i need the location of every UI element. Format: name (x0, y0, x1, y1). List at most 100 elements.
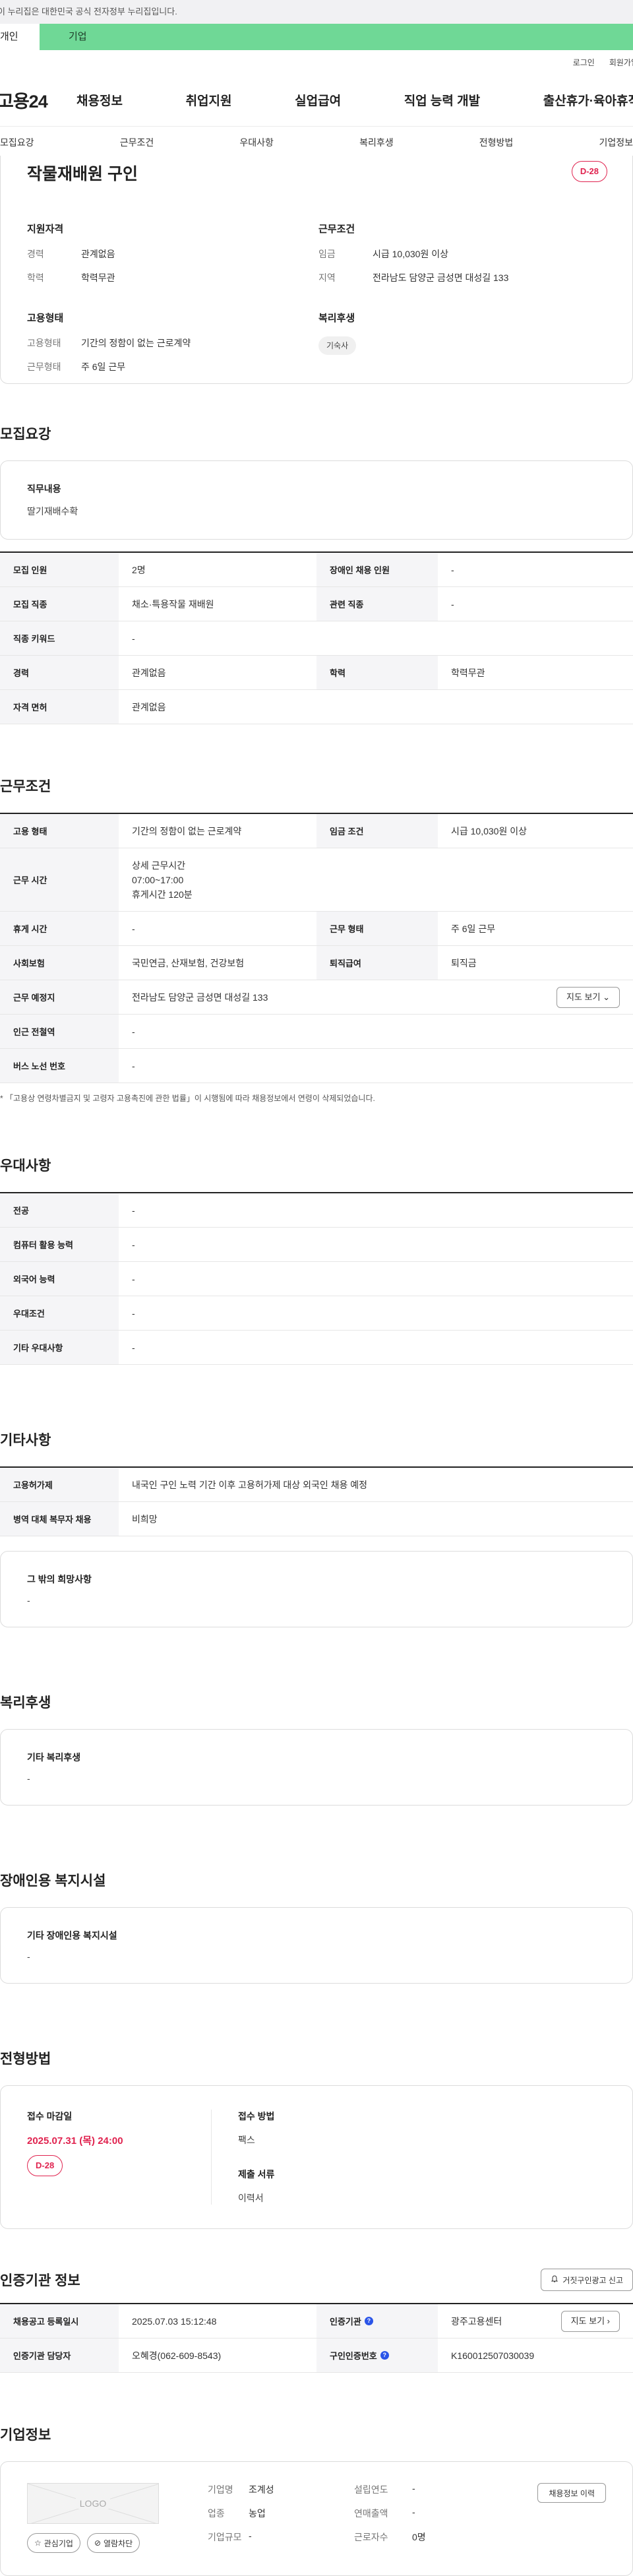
table-cell: 퇴직금 (451, 957, 477, 968)
info-icon[interactable]: ? (364, 2317, 373, 2325)
table-cell: - (451, 564, 454, 575)
disability-box-value: - (27, 1951, 30, 1962)
table-header-cell: 고용허가제 (0, 1468, 119, 1501)
table-header-cell: 자격 면허 (0, 690, 119, 724)
tab-screening[interactable]: 전형방법 (479, 136, 514, 149)
education-value: 학력무관 (81, 272, 115, 283)
work-form-label: 근무형태 (27, 361, 61, 372)
chevron-right-icon: › (607, 2315, 610, 2326)
wage-value: 시급 10,030원 이상 (373, 249, 448, 259)
apply-box: 접수 마감일 2025.07.31 (목) 24:00 D-28 접수 방법 팩… (0, 2085, 633, 2229)
career-value: 관계없음 (81, 249, 115, 259)
favorite-button-label: 관심기업 (44, 2538, 73, 2548)
favorite-company-button[interactable]: ☆ 관심기업 (27, 2533, 80, 2553)
table-row: 고용허가제 내국인 구인 노력 기간 이후 고용허가제 대상 외국인 채용 예정 (0, 1468, 633, 1502)
industry-label: 업종 (208, 2508, 225, 2519)
report-fake-ad-button[interactable]: 거짓구인광고 신고 (541, 2269, 633, 2291)
info-icon[interactable]: ? (380, 2351, 389, 2360)
global-nav: 고용24 채용정보 취업지원 실업급여 직업 능력 개발 출산휴가·육아휴직 (0, 74, 633, 127)
table-cell: 관계없음 (132, 701, 166, 712)
table-cell: 비희망 (132, 1513, 158, 1524)
other-wish-value: - (27, 1595, 30, 1606)
pref-table: 전공 - 컴퓨터 활용 능력 - 외국어 능력 - 우대조건 - 기타 우대사항 - (0, 1192, 633, 1365)
deadline-value: 2025.07.31 (목) 24:00 (27, 2135, 123, 2147)
work-time-cell: 상세 근무시간 07:00~17:00 휴게시간 120분 (119, 848, 633, 911)
cert-org-label: 인증기관 (330, 2317, 361, 2327)
company-logo-placeholder: LOGO (27, 2483, 159, 2524)
method-value: 팩스 (238, 2135, 255, 2145)
table-header-cell: 임금 조건 (316, 814, 438, 848)
table-header-cell: 인증기관? (316, 2304, 438, 2338)
disability-box-heading: 기타 장애인용 복지시설 (27, 1930, 117, 1941)
table-cell: 학력무관 (451, 667, 485, 678)
table-cell: - (132, 1026, 135, 1037)
recruit-section-title: 모집요강 (0, 427, 51, 442)
gnb-item-unemployment-benefit[interactable]: 실업급여 (295, 91, 341, 109)
wage-label: 임금 (318, 249, 336, 259)
table-row: 근무 시간 상세 근무시간 07:00~17:00 휴게시간 120분 (0, 848, 633, 912)
gov-notice-text: 이 누리집은 대한민국 공식 전자정부 누리집입니다. (0, 7, 177, 16)
dday-badge: D-28 (571, 161, 607, 182)
table-header-cell: 인근 전철역 (0, 1015, 119, 1048)
table-cell: - (132, 1239, 135, 1250)
table-cell: - (132, 1273, 135, 1284)
cert-org-map-button[interactable]: 지도 보기 › (560, 2310, 620, 2332)
tab-company[interactable]: 기업 (40, 24, 633, 50)
company-size-value: - (249, 2530, 252, 2541)
table-cell: 채소·특용작물 재배원 (132, 598, 214, 610)
table-header-cell: 인증기관 담당자 (0, 2339, 119, 2372)
table-header-cell: 사회보험 (0, 946, 119, 980)
table-header-cell: 고용 형태 (0, 814, 119, 848)
duty-box: 직무내용 딸기재배수확 (0, 460, 633, 540)
table-row: 인근 전철역 - (0, 1015, 633, 1049)
gnb-item-parental-leave[interactable]: 출산휴가·육아휴직 (543, 91, 633, 109)
table-cell: 주 6일 근무 (451, 923, 496, 934)
table-row: 모집 인원 2명 장애인 채용 인원 - (0, 553, 633, 587)
welfare-chip: 기숙사 (318, 336, 357, 355)
work-table: 고용 형태 기간의 정함이 없는 근로계약 임금 조건 시급 10,030원 이… (0, 813, 633, 1083)
table-header-cell: 학력 (316, 656, 438, 689)
tab-recruit[interactable]: 모집요강 (0, 136, 34, 149)
table-row: 채용공고 등록일시 2025.07.03 15:12:48 인증기관? 광주고용… (0, 2304, 633, 2339)
logo-placeholder-text: LOGO (75, 2498, 111, 2509)
education-label: 학력 (27, 272, 44, 283)
block-view-button[interactable]: ⊘ 열람차단 (86, 2533, 140, 2553)
company-name-value: 조계성 (249, 2484, 274, 2495)
table-header-cell: 기타 우대사항 (0, 1331, 119, 1364)
gnb-item-jobs[interactable]: 채용정보 (76, 91, 123, 109)
gnb-item-training[interactable]: 직업 능력 개발 (404, 91, 480, 109)
tab-company-info[interactable]: 기업정보 (599, 136, 633, 149)
other-wish-box: 그 밖의 희망사항 - (0, 1551, 633, 1627)
table-header-cell: 장애인 채용 인원 (316, 553, 438, 586)
gnb-item-employment-support[interactable]: 취업지원 (186, 91, 232, 109)
region-value: 전라남도 담양군 금성면 대성길 133 (373, 272, 509, 283)
company-info-grid: 기업명 조계성 설립연도 - 업종 농업 연매출액 - 기업규모 - 근로자수 0명 (208, 2483, 518, 2554)
employee-count-label: 근로자수 (354, 2532, 388, 2542)
welfare-box-heading: 기타 복리후생 (27, 1752, 81, 1763)
table-row: 모집 직종 채소·특용작물 재배원 관련 직종 - (0, 587, 633, 621)
work-place-map-button[interactable]: 지도 보기 ⌄ (557, 986, 620, 1008)
company-box: LOGO ☆ 관심기업 ⊘ 열람차단 기업명 조계성 설립연도 - 업종 농업 연매출액 -… (0, 2461, 633, 2576)
job-summary-card: 작물재배원 구인 D-28 지원자격 경력 관계없음 학력 학력무관 고용형태 고용… (0, 156, 633, 384)
job-history-button[interactable]: 채용정보 이력 (537, 2483, 606, 2503)
industry-value: 농업 (249, 2508, 266, 2519)
welfare-section-title: 복리후생 (0, 1695, 51, 1711)
table-row: 경력 관계없음 학력 학력무관 (0, 656, 633, 690)
tab-preferences[interactable]: 우대사항 (239, 136, 274, 149)
site-logo[interactable]: 고용24 (0, 87, 76, 113)
signup-link[interactable]: 회원가입 (609, 57, 633, 68)
cert-org-value: 광주고용센터 (451, 2315, 502, 2327)
login-link[interactable]: 로그인 (573, 57, 595, 68)
tab-work-conditions[interactable]: 근무조건 (120, 136, 154, 149)
tab-personal[interactable]: 개인 (0, 24, 40, 50)
table-header-cell: 경력 (0, 656, 119, 689)
table-row: 인증기관 담당자 오혜경(062-609-8543) 구인인증번호? K1600… (0, 2339, 633, 2373)
conditions-heading: 근무조건 (318, 224, 355, 235)
table-cell: - (132, 1307, 135, 1319)
section-tabs: 모집요강 근무조건 우대사항 복리후생 전형방법 기업정보 (0, 127, 633, 158)
cert-id-label: 구인인증번호 (330, 2351, 377, 2361)
tab-welfare[interactable]: 복리후생 (359, 136, 394, 149)
table-header-cell: 퇴직급여 (316, 946, 438, 980)
docs-heading: 제출 서류 (238, 2169, 275, 2180)
table-cell: 시급 10,030원 이상 (451, 825, 527, 836)
